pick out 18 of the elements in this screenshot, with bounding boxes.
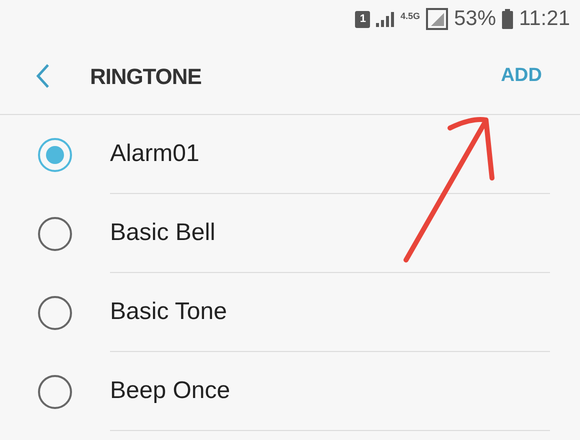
add-button[interactable]: ADD	[500, 62, 542, 90]
ringtone-label: Basic Bell	[110, 218, 216, 248]
back-button[interactable]	[36, 63, 52, 89]
ringtone-label: Alarm01	[110, 139, 200, 169]
battery-icon	[502, 9, 513, 29]
radio-button[interactable]	[38, 374, 72, 408]
clock: 11:21	[519, 6, 570, 32]
network-label: 4.5G	[400, 12, 420, 20]
ringtone-label: Basic Tone	[110, 297, 227, 327]
sim-icon: 1	[355, 10, 370, 28]
signal-icon	[426, 8, 448, 30]
battery-label: 53%	[454, 6, 496, 32]
radio-button[interactable]	[38, 138, 72, 172]
screen-title: RINGTONE	[90, 62, 202, 90]
signal-icon	[376, 11, 394, 27]
ringtone-label: Beep Once	[110, 376, 230, 406]
radio-button[interactable]	[38, 216, 72, 250]
radio-button[interactable]	[38, 296, 72, 330]
